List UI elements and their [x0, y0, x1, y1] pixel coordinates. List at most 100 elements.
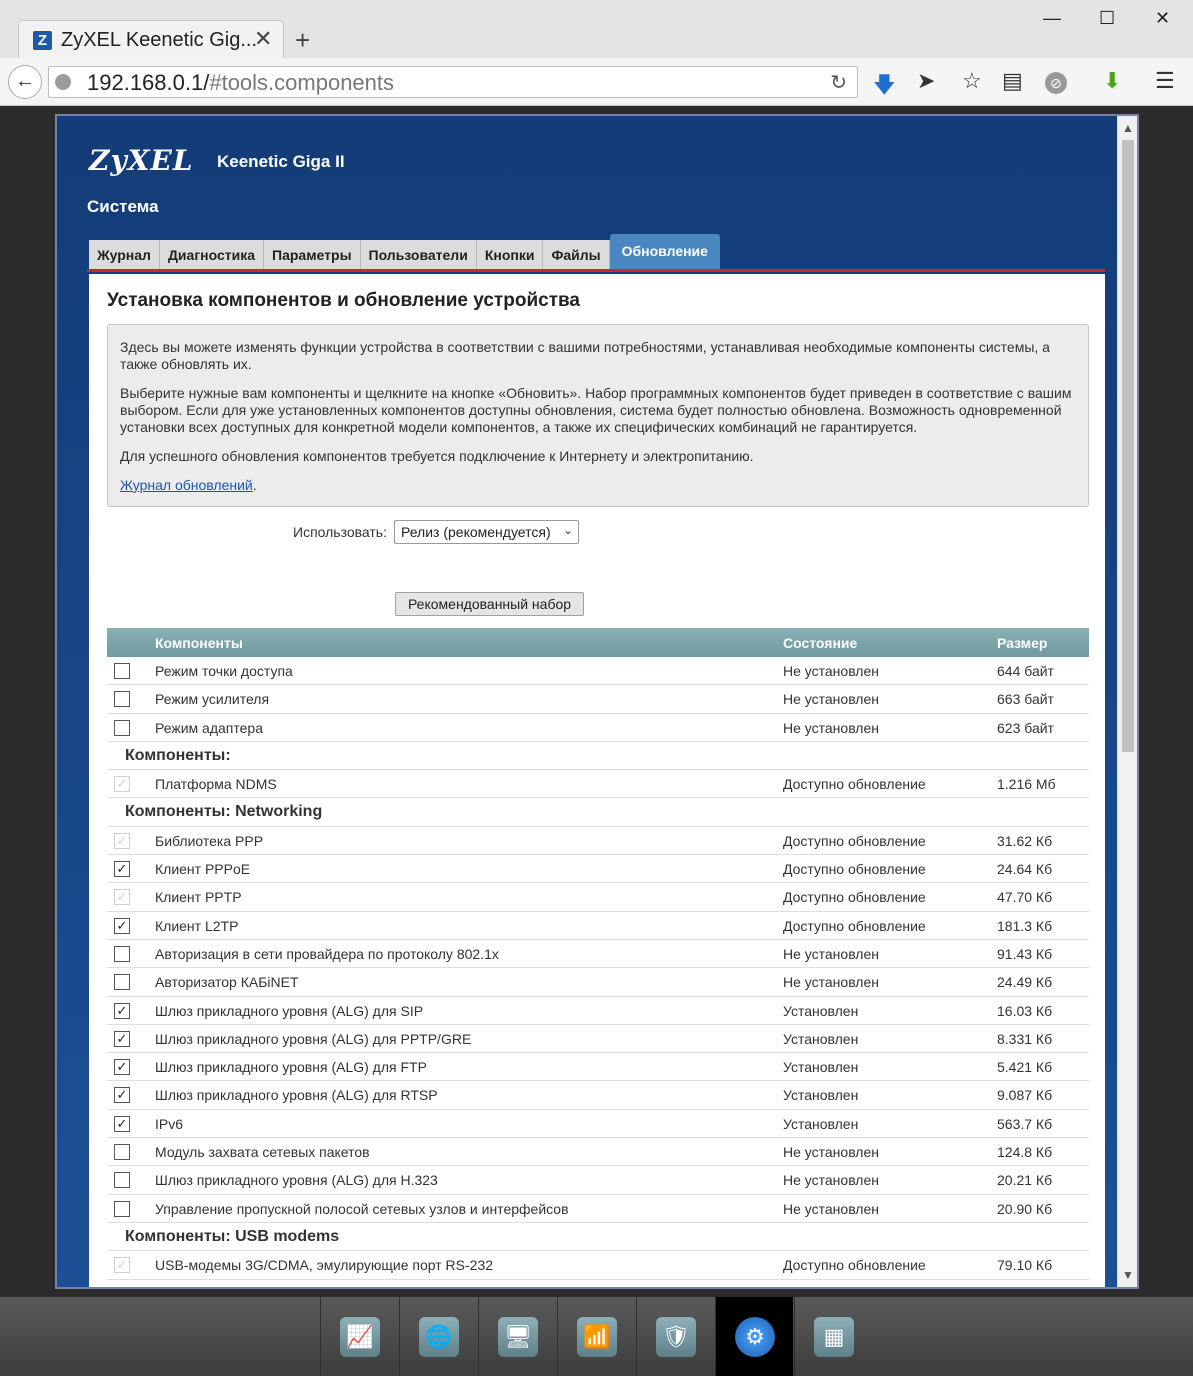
green-download-icon[interactable]: ⬇ [1103, 68, 1121, 94]
component-name: Клиент PPTP [155, 889, 242, 906]
close-window-button[interactable]: ✕ [1155, 8, 1170, 29]
component-checkbox[interactable] [114, 974, 130, 991]
components-table: Компоненты Состояние Размер Режим точки … [107, 628, 1089, 1280]
dock-item-3[interactable]: 🖥 [478, 1297, 556, 1376]
component-state: Не установлен [783, 663, 879, 679]
component-checkbox[interactable]: ✓ [114, 861, 130, 878]
component-checkbox[interactable]: ✓ [114, 1030, 130, 1047]
url-path: #tools.components [209, 70, 395, 95]
tab-title: ZyXEL Keenetic Gig... [61, 29, 258, 51]
component-name: USB-модемы 3G/CDMA, эмулирующие порт RS-… [155, 1257, 494, 1274]
table-row: ✓ Шлюз прикладного уровня (ALG) для PPTP/… [107, 1025, 1089, 1054]
minimize-window-button[interactable]: — [1043, 8, 1061, 29]
component-size: 91.43 Кб [997, 945, 1053, 962]
component-checkbox[interactable] [114, 945, 130, 962]
tab-2[interactable]: Диагностика [159, 240, 265, 270]
component-size: 79.10 Кб [997, 1257, 1053, 1274]
component-size: 24.49 Кб [997, 974, 1053, 991]
dock-item-4[interactable]: 📶 [557, 1297, 635, 1376]
tab-1[interactable]: Журнал [89, 240, 160, 270]
tab-close-icon[interactable]: ✕ [254, 26, 272, 52]
recommended-set-button[interactable]: Рекомендованный набор [395, 592, 584, 616]
tab-5[interactable]: Кнопки [476, 240, 544, 270]
component-checkbox: ✓ [114, 1257, 130, 1274]
component-checkbox[interactable] [114, 663, 130, 679]
browser-tab[interactable]: Z ZyXEL Keenetic Gig... ✕ [18, 20, 284, 58]
component-state: Установлен [783, 1115, 859, 1132]
component-state: Доступно обновление [783, 861, 926, 878]
send-paper-plane-icon[interactable]: ➤ [917, 68, 935, 94]
component-checkbox[interactable] [114, 1172, 130, 1189]
reload-icon[interactable]: ↻ [830, 70, 847, 95]
scroll-thumb[interactable] [1122, 140, 1134, 752]
component-checkbox[interactable]: ✓ [114, 1115, 130, 1132]
browser-navbar: ← 192.168.0.1/#tools.components ↻ 🡇 ➤ ☆ … [0, 58, 1193, 106]
component-checkbox[interactable]: ✓ [114, 1059, 130, 1076]
applications-icon: ▦ [814, 1317, 854, 1357]
tab-4[interactable]: Пользователи [360, 240, 477, 270]
maximize-window-button[interactable]: ☐ [1099, 8, 1115, 29]
component-state: Не установлен [783, 974, 879, 991]
scroll-up-arrow-icon[interactable]: ▲ [1118, 118, 1137, 138]
reading-list-icon[interactable]: ▤ [1002, 68, 1023, 94]
tab-6[interactable]: Файлы [543, 240, 610, 270]
table-row: ✓ Клиент PPPoE Доступно обновление 24.64 Кб [107, 855, 1089, 884]
component-state: Доступно обновление [783, 889, 926, 906]
component-state: Доступно обновление [783, 1257, 926, 1274]
component-checkbox[interactable] [114, 1200, 130, 1217]
update-log-link[interactable]: Журнал обновлений [120, 477, 253, 493]
address-bar[interactable]: 192.168.0.1/#tools.components ↻ [48, 66, 858, 98]
component-checkbox[interactable] [114, 691, 130, 708]
main-content: Установка компонентов и обновление устро… [89, 274, 1105, 1287]
component-name: Шлюз прикладного уровня (ALG) для FTP [155, 1059, 427, 1076]
component-state: Не установлен [783, 719, 879, 736]
zyxel-favicon-icon: Z [33, 31, 52, 50]
component-name: Управление пропускной полосой сетевых уз… [155, 1200, 569, 1217]
component-size: 181.3 Кб [997, 917, 1053, 934]
component-state: Установлен [783, 1030, 859, 1047]
group-title: Компоненты: Networking [125, 803, 323, 821]
dock-item-2[interactable]: 🌐 [399, 1297, 477, 1376]
dock-item-5[interactable]: 🛡 [636, 1297, 714, 1376]
globe-icon [55, 74, 71, 90]
component-checkbox[interactable]: ✓ [114, 1002, 130, 1019]
component-name: IPv6 [155, 1115, 184, 1132]
component-checkbox: ✓ [114, 832, 130, 849]
component-checkbox[interactable] [114, 719, 130, 736]
component-name: Режим адаптера [155, 719, 263, 736]
component-size: 24.64 Кб [997, 861, 1053, 878]
component-state: Не установлен [783, 691, 879, 708]
menu-hamburger-icon[interactable]: ☰ [1155, 68, 1175, 94]
component-state: Не установлен [783, 945, 879, 962]
url-text[interactable]: 192.168.0.1/#tools.components [87, 70, 394, 96]
dock-item-6[interactable]: ⚙ [715, 1297, 793, 1376]
back-arrow-icon[interactable]: ← [8, 65, 42, 99]
release-channel-select[interactable]: Релиз (рекомендуется) ⌄ [394, 520, 579, 544]
adblock-icon[interactable]: ⊘ [1045, 72, 1067, 94]
component-checkbox: ✓ [114, 889, 130, 906]
update-log-suffix: . [252, 477, 257, 493]
tab-3[interactable]: Параметры [264, 240, 361, 270]
component-checkbox[interactable]: ✓ [114, 1087, 130, 1104]
scroll-down-arrow-icon[interactable]: ▼ [1118, 1265, 1137, 1285]
component-state: Не установлен [783, 1172, 879, 1189]
component-checkbox[interactable] [114, 1144, 130, 1161]
col-state: Состояние [783, 635, 858, 651]
component-state: Доступно обновление [783, 917, 926, 934]
info-paragraph-3: Для успешного обновления компонентов тре… [120, 448, 754, 464]
bookmark-star-icon[interactable]: ☆ [962, 68, 982, 94]
internet-globe-icon: 🌐 [419, 1317, 459, 1357]
component-checkbox[interactable]: ✓ [114, 917, 130, 934]
table-group-header: Компоненты: Networking [107, 798, 1089, 827]
download-icon[interactable]: 🡇 [873, 68, 896, 106]
info-paragraph-4: Журнал обновлений. [120, 477, 1076, 494]
page-scrollbar[interactable]: ▲ ▼ [1117, 116, 1137, 1287]
table-row: ✓ Клиент L2TP Доступно обновление 181.3 Кб [107, 912, 1089, 940]
new-tab-button[interactable]: + [295, 25, 310, 56]
dock-item-1[interactable]: 📈 [320, 1297, 398, 1376]
tab-7[interactable]: Обновление [609, 234, 720, 270]
component-state: Доступно обновление [783, 832, 926, 849]
dock-item-7[interactable]: ▦ [794, 1297, 872, 1376]
component-size: 563.7 Кб [997, 1115, 1053, 1132]
chevron-down-icon: ⌄ [562, 523, 573, 537]
